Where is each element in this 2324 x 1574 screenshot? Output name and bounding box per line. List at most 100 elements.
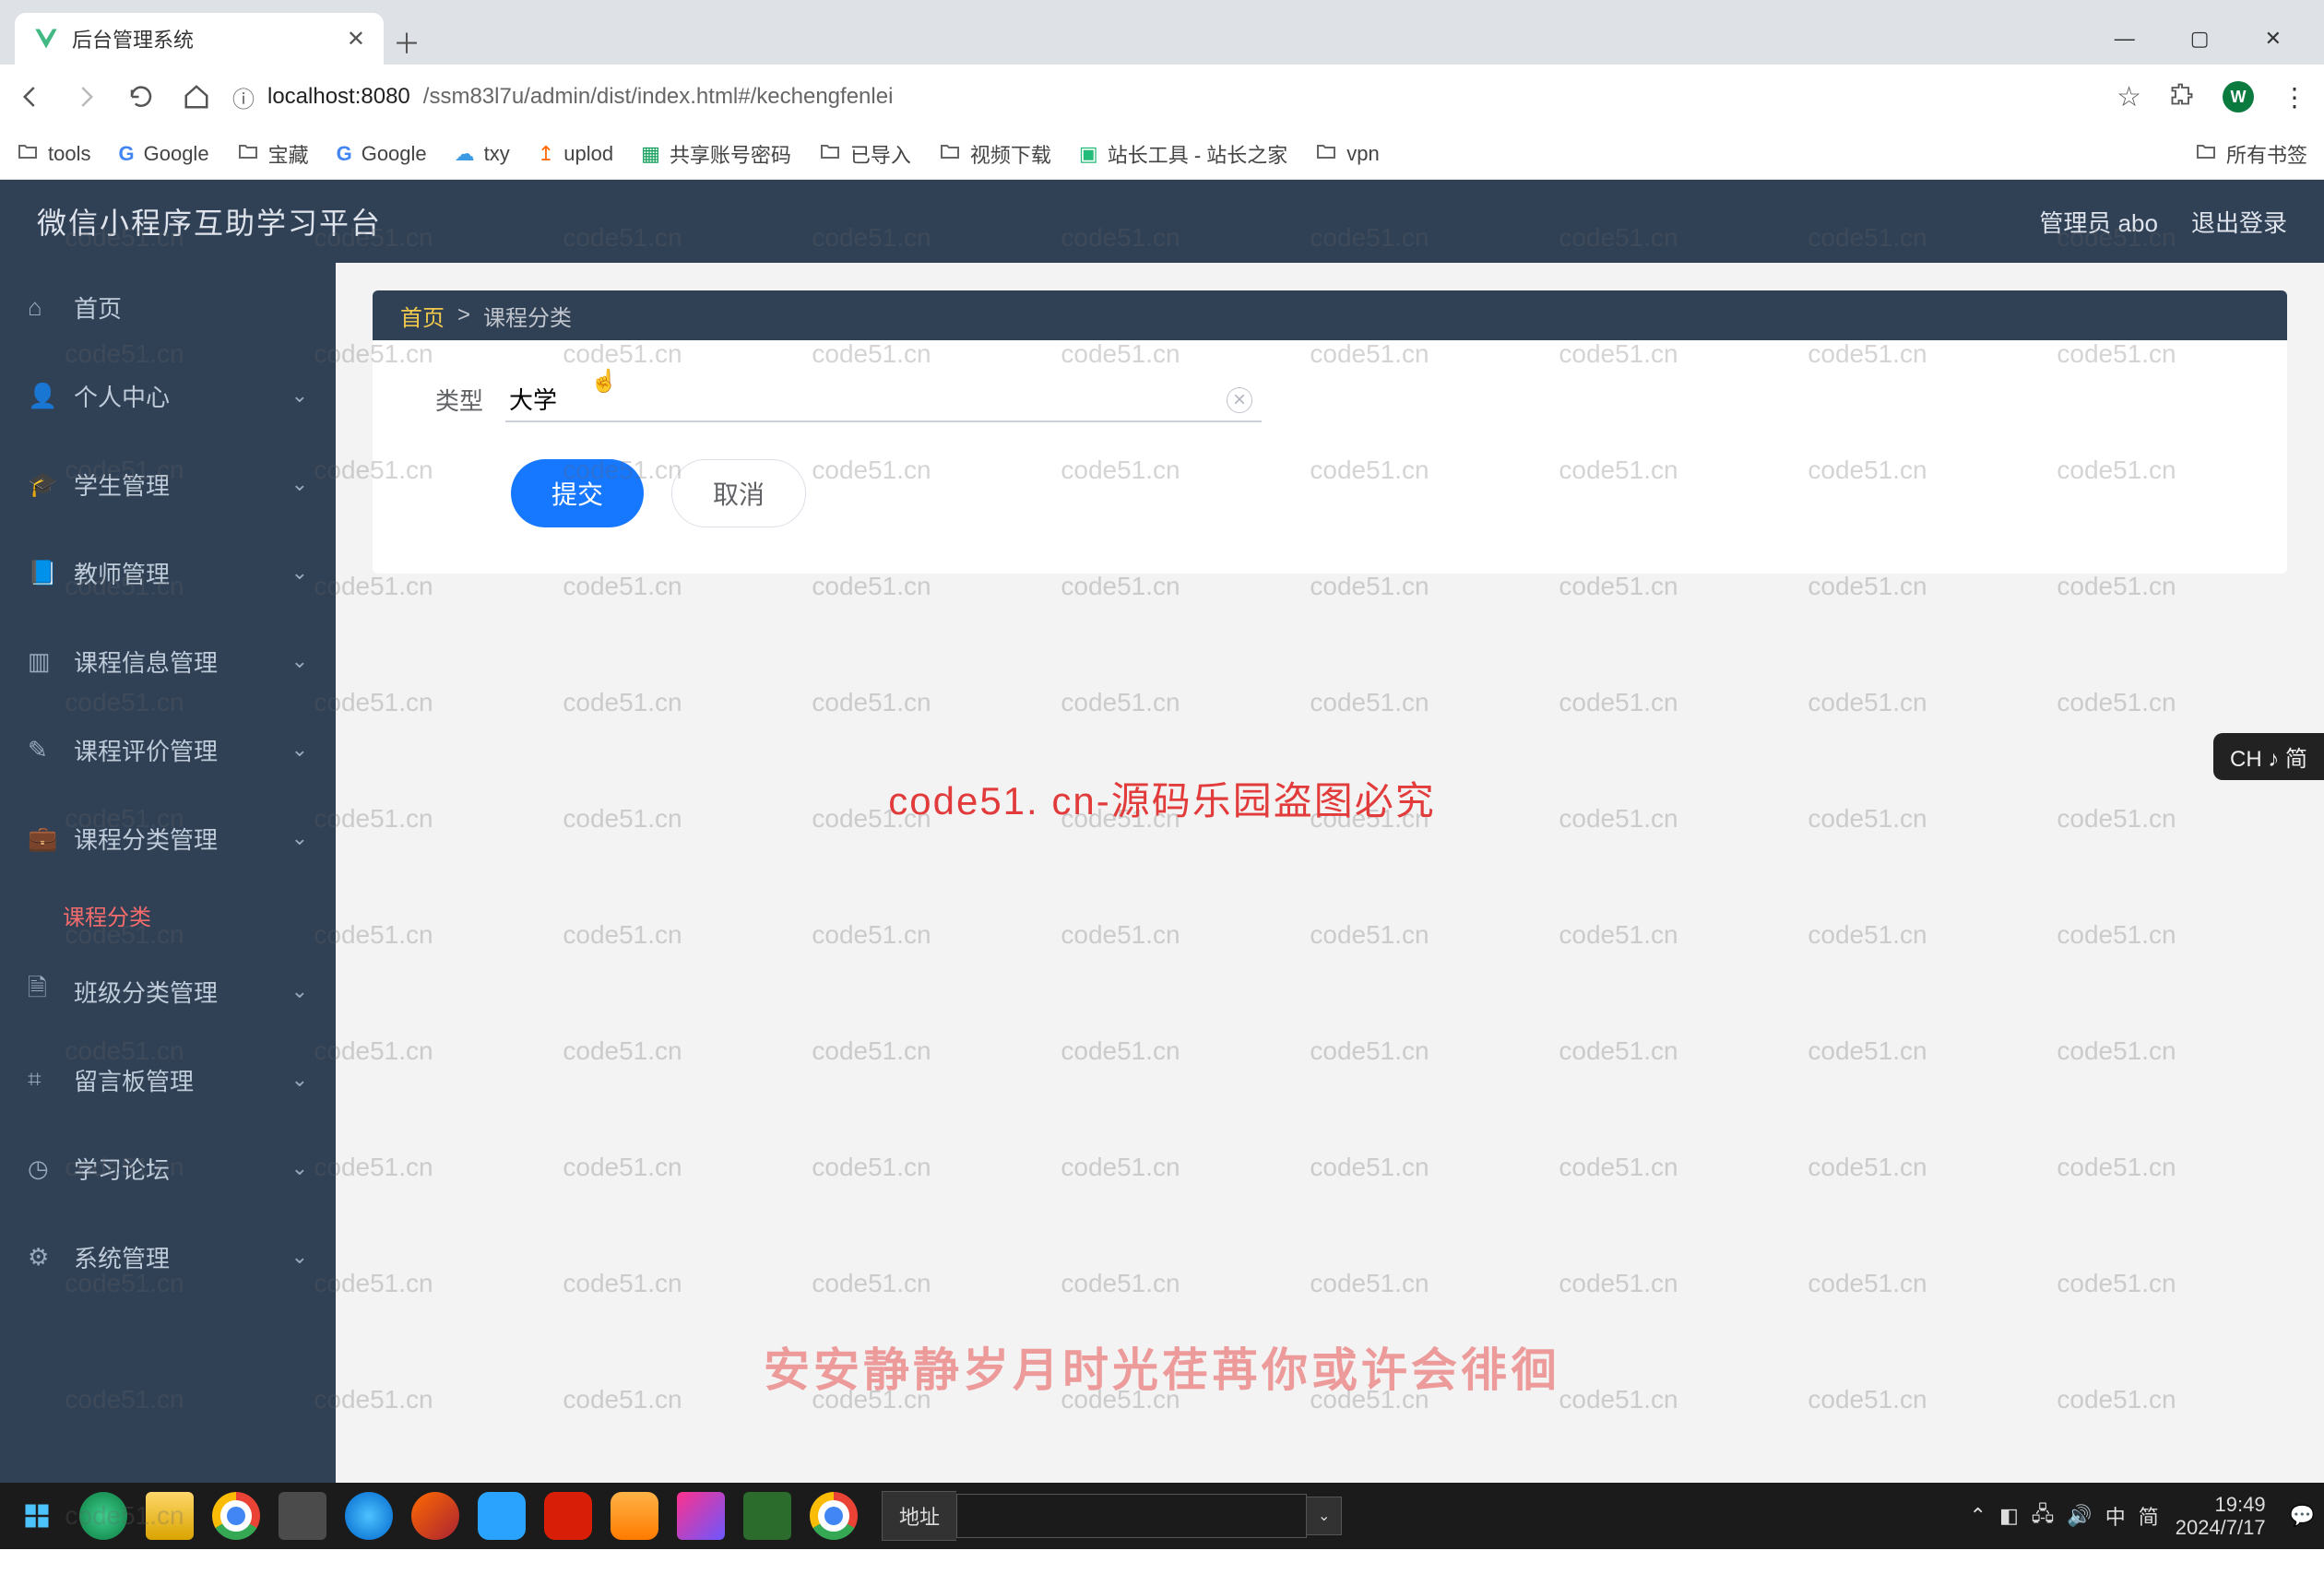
extensions-icon[interactable] — [2169, 81, 2195, 113]
sidebar-subitem[interactable]: 课程分类 — [0, 882, 336, 947]
reload-icon[interactable] — [127, 83, 155, 111]
bookmark-star-icon[interactable]: ☆ — [2116, 81, 2141, 113]
bookmark-label: txy — [484, 142, 510, 166]
submit-button[interactable]: 提交 — [511, 459, 644, 527]
bookmark-item[interactable]: ↥uplod — [538, 142, 613, 166]
home-icon[interactable] — [183, 83, 210, 111]
bookmark-item[interactable]: GGoogle — [337, 142, 427, 166]
window-controls: — ▢ ✕ — [2115, 13, 2309, 65]
bookmark-item[interactable]: 已导入 — [819, 139, 911, 169]
app-title: 微信小程序互助学习平台 — [37, 200, 382, 243]
tray-network-icon[interactable]: 🖧 — [2032, 1498, 2055, 1533]
sidebar-item[interactable]: 📘 教师管理⌄ — [0, 528, 336, 617]
taskbar-jetbrains-icon[interactable] — [673, 1488, 729, 1544]
taskbar-todesk-icon[interactable] — [607, 1488, 662, 1544]
type-input[interactable] — [505, 377, 1262, 422]
taskbar-address-input[interactable] — [956, 1494, 1307, 1538]
tab-close-icon[interactable]: ✕ — [347, 26, 365, 53]
bookmark-cloud-icon: ☁ — [455, 142, 475, 166]
taskbar-chrome2-icon[interactable] — [806, 1488, 861, 1544]
chevron-down-icon: ⌄ — [291, 1068, 308, 1092]
sidebar-item[interactable]: 🗎班级分类管理⌄ — [0, 947, 336, 1036]
taskbar-edge-icon[interactable] — [76, 1488, 131, 1544]
bookmark-folder-icon — [17, 140, 39, 168]
profile-avatar[interactable]: W — [2223, 81, 2254, 112]
taskbar-address-dropdown-icon[interactable]: ⌄ — [1307, 1497, 1342, 1535]
ime-badge[interactable]: CH ♪ 简 — [2213, 733, 2324, 780]
taskbar-explorer-icon[interactable] — [142, 1488, 197, 1544]
tray-lang-icon[interactable]: 中 — [2105, 1501, 2126, 1531]
bookmark-item[interactable]: vpn — [1315, 140, 1379, 168]
app-root: 微信小程序互助学习平台 管理员 abo 退出登录 ⌂首页👤个人中心⌄🎓学生管理⌄… — [0, 180, 2324, 1483]
sidebar-item-label: 教师管理 — [74, 556, 291, 590]
sidebar-item[interactable]: 💼课程分类管理⌄ — [0, 794, 336, 882]
taskbar-netease-icon[interactable] — [540, 1488, 596, 1544]
sidebar-item[interactable]: 👤个人中心⌄ — [0, 351, 336, 440]
bookmark-item[interactable]: ☁ txy — [455, 142, 510, 166]
sidebar-case-icon: 💼 — [28, 824, 57, 853]
new-tab-button[interactable]: ＋ — [384, 18, 430, 65]
tray-volume-icon[interactable]: 🔊 — [2067, 1504, 2092, 1528]
sidebar-item[interactable]: ▥课程信息管理⌄ — [0, 617, 336, 705]
input-clear-icon[interactable]: × — [1227, 387, 1252, 413]
bookmark-all[interactable]: 所有书签 — [2195, 139, 2307, 169]
bookmark-label: 宝藏 — [268, 139, 309, 169]
taskbar-app2-icon[interactable] — [474, 1488, 529, 1544]
url-box[interactable]: ⓘ localhost:8080/ssm83l7u/admin/dist/ind… — [232, 81, 2094, 113]
browser-tab[interactable]: 后台管理系统 ✕ — [15, 13, 384, 65]
header-user-label[interactable]: 管理员 abo — [2039, 205, 2158, 239]
sidebar-item[interactable]: ⚙系统管理⌄ — [0, 1213, 336, 1301]
tray-app-icon[interactable]: ◧ — [1999, 1504, 2019, 1528]
form-input-wrap: × — [505, 377, 1262, 422]
taskbar-clock[interactable]: 19:49 2024/7/17 — [2176, 1493, 2273, 1540]
content-area: 首页 > 课程分类 ☝ 类型 × 提交 取消 — [336, 263, 2324, 1483]
bookmark-item[interactable]: tools — [17, 140, 90, 168]
taskbar-sublime-icon[interactable] — [275, 1488, 330, 1544]
bookmark-item[interactable]: 视频下载 — [939, 139, 1051, 169]
tray-ime-icon[interactable]: 简 — [2139, 1501, 2159, 1531]
bookmark-folder-icon — [237, 140, 259, 168]
sidebar-item-label: 留言板管理 — [74, 1063, 291, 1097]
taskbar-browser-icon[interactable] — [341, 1488, 397, 1544]
sidebar-teacher-icon: 📘 — [28, 559, 57, 587]
notifications-icon[interactable]: 💬 — [2290, 1504, 2315, 1528]
bookmark-label: 共享账号密码 — [670, 139, 791, 169]
sidebar-item-label: 课程信息管理 — [74, 645, 291, 679]
sidebar-item-label: 学生管理 — [74, 467, 291, 502]
bookmark-folder-icon — [2195, 140, 2217, 168]
bookmark-item[interactable]: 宝藏 — [237, 139, 309, 169]
bookmark-folder-icon — [1315, 140, 1337, 168]
form-row-type: 类型 × — [400, 377, 2259, 422]
bookmark-item[interactable]: ▦共享账号密码 — [641, 139, 791, 169]
taskbar-intellij-icon[interactable] — [740, 1488, 795, 1544]
taskbar-address-label: 地址 — [882, 1491, 956, 1541]
sidebar-item[interactable]: ⌗留言板管理⌄ — [0, 1036, 336, 1124]
site-info-icon[interactable]: ⓘ — [232, 81, 255, 113]
chevron-down-icon: ⌄ — [291, 649, 308, 673]
window-maximize-icon[interactable]: ▢ — [2190, 27, 2210, 51]
chrome-menu-icon[interactable]: ⋮ — [2282, 82, 2307, 112]
chevron-down-icon: ⌄ — [291, 1245, 308, 1269]
breadcrumb-home[interactable]: 首页 — [400, 300, 445, 332]
sidebar-item[interactable]: ◷学习论坛⌄ — [0, 1124, 336, 1213]
cancel-button[interactable]: 取消 — [671, 459, 806, 527]
sidebar-item-label: 课程分类管理 — [74, 822, 291, 856]
breadcrumb: 首页 > 课程分类 — [373, 290, 2287, 340]
logout-link[interactable]: 退出登录 — [2191, 205, 2287, 239]
sidebar-user-icon: 👤 — [28, 382, 57, 410]
bookmark-item[interactable]: GGoogle — [118, 142, 208, 166]
tray-chevron-icon[interactable]: ⌃ — [1970, 1504, 1986, 1528]
forward-icon[interactable] — [72, 83, 100, 111]
window-close-icon[interactable]: ✕ — [2265, 27, 2282, 51]
sidebar-item[interactable]: 🎓学生管理⌄ — [0, 440, 336, 528]
bookmark-folder-icon — [819, 140, 841, 168]
window-minimize-icon[interactable]: — — [2115, 27, 2135, 51]
taskbar-app1-icon[interactable] — [408, 1488, 463, 1544]
chevron-down-icon: ⌄ — [291, 561, 308, 585]
back-icon[interactable] — [17, 83, 44, 111]
taskbar-chrome-icon[interactable] — [208, 1488, 264, 1544]
sidebar-item[interactable]: ✎课程评价管理⌄ — [0, 705, 336, 794]
start-button[interactable] — [9, 1488, 65, 1544]
sidebar-item[interactable]: ⌂首页 — [0, 263, 336, 351]
bookmark-item[interactable]: ▣站长工具 - 站长之家 — [1079, 139, 1287, 169]
